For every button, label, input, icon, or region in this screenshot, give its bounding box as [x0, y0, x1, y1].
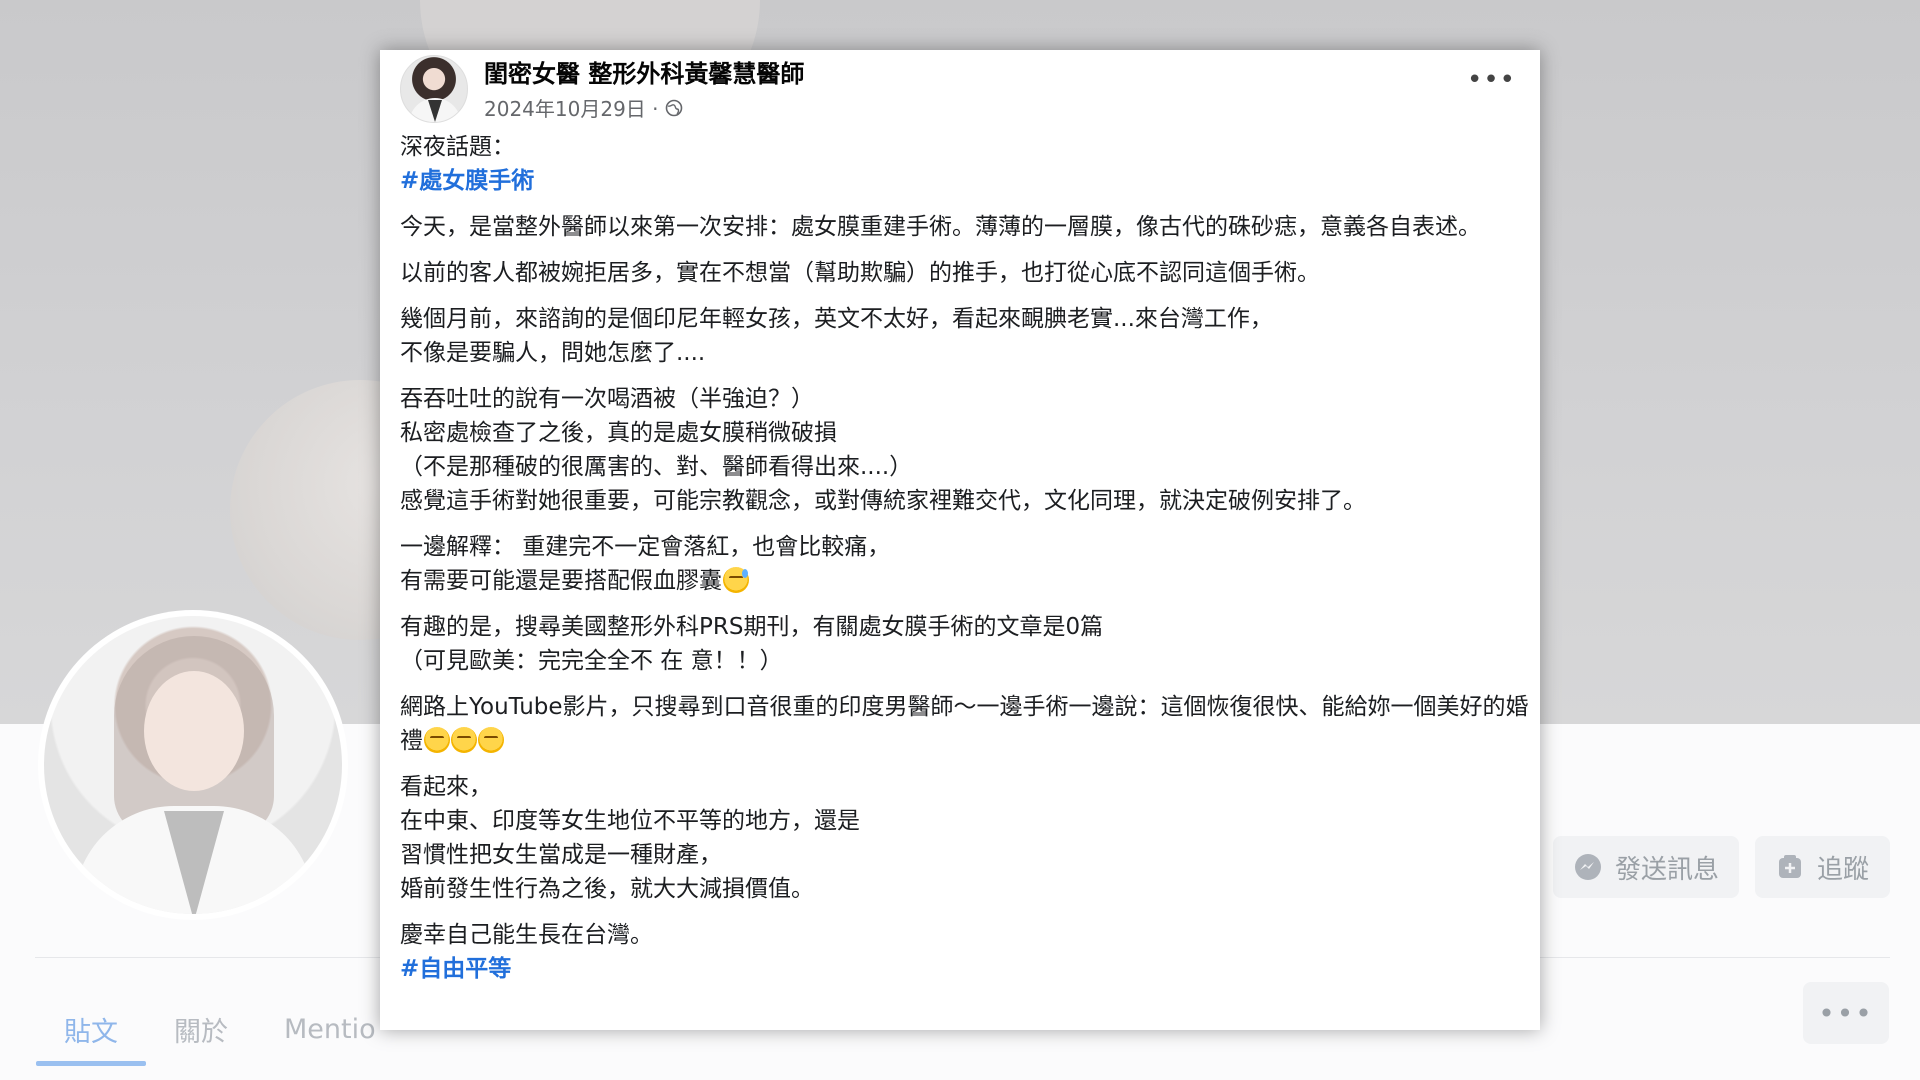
- tab-posts[interactable]: 貼文: [36, 990, 146, 1068]
- post-paragraph-5: 吞吞吐吐的說有一次喝酒被（半強迫？） 私密處檢查了之後，真的是處女膜稍微破損 （…: [400, 386, 1366, 514]
- post-meta: 閨密女醫 整形外科黃馨慧醫師 2024年10月29日 ·: [484, 55, 804, 122]
- post-paragraph-4: 幾個月前，來諮詢的是個印尼年輕女孩，英文不太好，看起來靦腆老實...來台灣工作，…: [400, 306, 1273, 366]
- profile-tabs: 貼文 關於 Mentio: [36, 990, 404, 1068]
- rolling-eyes-emoji: [478, 727, 504, 753]
- tab-about-label: 關於: [174, 1016, 228, 1048]
- follow-button[interactable]: 追蹤: [1755, 836, 1890, 898]
- tab-about[interactable]: 關於: [146, 990, 256, 1068]
- hashtag-link[interactable]: #自由平等: [400, 956, 511, 982]
- rolling-eyes-emoji: [451, 727, 477, 753]
- follow-icon: [1779, 855, 1801, 878]
- post-date[interactable]: 2024年10月29日 ·: [484, 93, 659, 122]
- post-paragraph-2: 今天，是當整外醫師以來第一次安排：處女膜重建手術。薄薄的一層膜，像古代的硃砂痣，…: [400, 214, 1481, 240]
- messenger-icon: [1575, 854, 1601, 880]
- globe-icon: [665, 99, 682, 116]
- tab-mentions-label: Mentio: [284, 1013, 376, 1045]
- post-paragraph-10: 慶幸自己能生長在台灣。 #自由平等: [400, 918, 1540, 986]
- post-paragraph-3: 以前的客人都被婉拒居多，實在不想當（幫助欺騙）的推手，也打從心底不認同這個手術。: [400, 260, 1320, 286]
- post-paragraph-8: 網路上YouTube影片，只搜尋到口音很重的印度男醫師～一邊手術一邊說：這個恢復…: [400, 690, 1540, 758]
- post-header: 閨密女醫 整形外科黃馨慧醫師 2024年10月29日 · •••: [400, 50, 1540, 130]
- post-paragraph-6: 一邊解釋： 重建完不一定會落紅，也會比較痛， 有需要可能還是要搭配假血膠囊: [400, 530, 1540, 598]
- post-card: 閨密女醫 整形外科黃馨慧醫師 2024年10月29日 · ••• 深夜話題： #處…: [380, 50, 1540, 1030]
- post-text: 網路上YouTube影片，只搜尋到口音很重的印度男醫師～一邊手術一邊說：這個恢復…: [400, 694, 1529, 754]
- follow-label: 追蹤: [1817, 854, 1870, 885]
- tab-posts-label: 貼文: [64, 1016, 118, 1048]
- post-text: 慶幸自己能生長在台灣。: [400, 922, 653, 948]
- grinning-sweat-emoji: [723, 567, 749, 593]
- post-text: 深夜話題：: [400, 134, 515, 160]
- send-message-button[interactable]: 發送訊息: [1553, 836, 1739, 898]
- post-author-name[interactable]: 閨密女醫 整形外科黃馨慧醫師: [484, 57, 804, 91]
- post-paragraph-7: 有趣的是，搜尋美國整形外科PRS期刊，有關處女膜手術的文章是0篇 （可見歐美：完…: [400, 614, 1104, 674]
- post-text: 一邊解釋： 重建完不一定會落紅，也會比較痛， 有需要可能還是要搭配假血膠囊: [400, 534, 891, 594]
- profile-avatar-image: [44, 616, 342, 914]
- post-paragraph-1: 深夜話題： #處女膜手術: [400, 130, 1540, 198]
- post-author-avatar[interactable]: [400, 55, 468, 123]
- hashtag-link[interactable]: #處女膜手術: [400, 168, 534, 194]
- send-message-label: 發送訊息: [1615, 854, 1720, 885]
- post-more-icon[interactable]: •••: [1467, 67, 1516, 93]
- post-paragraph-9: 看起來， 在中東、印度等女生地位不平等的地方，還是 習慣性把女生當成是一種財產，…: [400, 774, 860, 902]
- post-date-row: 2024年10月29日 ·: [484, 93, 804, 122]
- more-tabs-button[interactable]: •••: [1803, 982, 1889, 1044]
- profile-avatar[interactable]: [38, 610, 348, 920]
- post-body: 深夜話題： #處女膜手術 今天，是當整外醫師以來第一次安排：處女膜重建手術。薄薄的…: [400, 130, 1540, 986]
- rolling-eyes-emoji: [424, 727, 450, 753]
- more-dots-icon: •••: [1818, 996, 1874, 1030]
